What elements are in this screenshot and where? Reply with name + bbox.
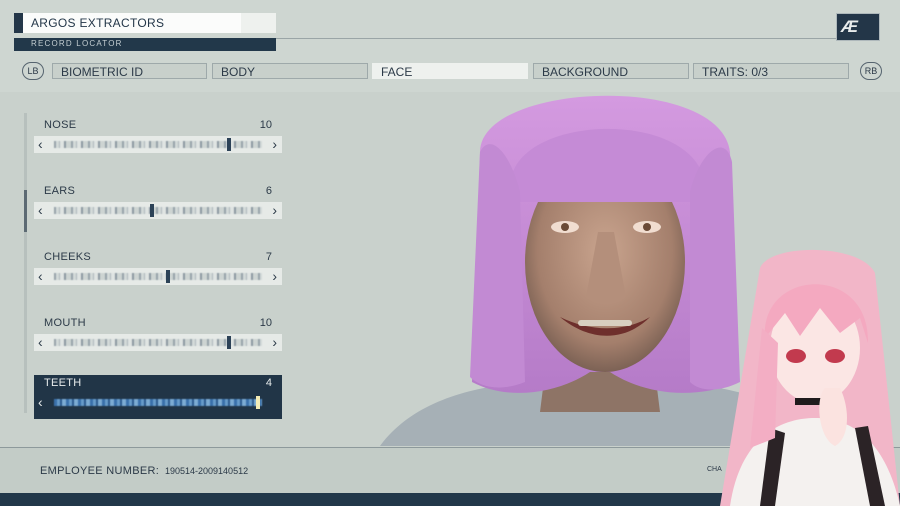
- character-right-iris: [643, 223, 651, 231]
- slider-value: 10: [259, 317, 272, 329]
- name-accent: [14, 13, 23, 33]
- chevron-left-icon[interactable]: ‹: [38, 268, 43, 285]
- slider-knob[interactable]: [227, 336, 232, 349]
- character-left-iris: [561, 223, 569, 231]
- slider-strip[interactable]: ‹ ›: [34, 136, 282, 153]
- slider-label: NOSE: [44, 119, 77, 131]
- slider-list-scroll-thumb[interactable]: [24, 190, 27, 232]
- slider-nose[interactable]: NOSE 10 ‹ ›: [34, 117, 282, 163]
- slider-label: TEETH: [44, 377, 82, 389]
- character-name-text: ARGOS EXTRACTORS: [31, 16, 165, 30]
- tab-biometric-id[interactable]: BIOMETRIC ID: [52, 63, 207, 79]
- record-locator-label: RECORD LOCATOR: [31, 39, 123, 48]
- slider-value: 10: [259, 119, 272, 131]
- record-locator-bar: RECORD LOCATOR: [14, 38, 276, 51]
- slider-knob[interactable]: [166, 270, 171, 283]
- character-name-field[interactable]: ARGOS EXTRACTORS: [14, 13, 276, 33]
- ae-logo-icon: Æ: [836, 13, 880, 41]
- slider-value: 7: [265, 251, 272, 263]
- slider-value: 6: [265, 185, 272, 197]
- ae-logo-text: Æ: [841, 17, 858, 36]
- slider-mouth[interactable]: MOUTH 10 ‹ ›: [34, 315, 282, 361]
- slider-track[interactable]: [54, 399, 262, 406]
- tab-traits[interactable]: TRAITS: 0/3: [693, 63, 849, 79]
- slider-ears[interactable]: EARS 6 ‹ ›: [34, 183, 282, 229]
- tab-body[interactable]: BODY: [212, 63, 368, 79]
- employee-number-label: EMPLOYEE NUMBER:: [40, 465, 160, 477]
- chevron-left-icon[interactable]: ‹: [38, 136, 43, 153]
- chevron-right-icon[interactable]: ›: [272, 334, 277, 351]
- chevron-left-icon[interactable]: ‹: [38, 334, 43, 351]
- chevron-left-icon[interactable]: ‹: [38, 394, 43, 411]
- chevron-right-icon[interactable]: ›: [272, 202, 277, 219]
- slider-label: CHEEKS: [44, 251, 92, 263]
- chevron-right-icon[interactable]: ›: [272, 268, 277, 285]
- lb-bumper-button[interactable]: LB: [22, 62, 44, 80]
- slider-knob[interactable]: [149, 204, 154, 217]
- slider-list-scrollbar[interactable]: [24, 113, 27, 413]
- character-teeth: [578, 320, 632, 326]
- rb-bumper-button[interactable]: RB: [860, 62, 882, 80]
- slider-cheeks[interactable]: CHEEKS 7 ‹ ›: [34, 249, 282, 295]
- slider-value: 4: [265, 377, 272, 389]
- slider-label: EARS: [44, 185, 76, 197]
- slider-strip[interactable]: ‹ ›: [34, 334, 282, 351]
- chevron-right-icon[interactable]: ›: [272, 136, 277, 153]
- slider-teeth[interactable]: TEETH 4 ‹: [34, 375, 282, 419]
- avatar-left-eye: [786, 349, 806, 363]
- slider-strip[interactable]: ‹ ›: [34, 268, 282, 285]
- tab-face[interactable]: FACE: [372, 63, 528, 79]
- slider-knob[interactable]: [255, 396, 260, 409]
- chevron-left-icon[interactable]: ‹: [38, 202, 43, 219]
- slider-track[interactable]: [54, 207, 262, 214]
- employee-number-value: 190514-2009140512: [165, 466, 249, 476]
- slider-track[interactable]: [54, 273, 262, 280]
- tab-background[interactable]: BACKGROUND: [533, 63, 689, 79]
- avatar-right-eye: [825, 349, 845, 363]
- streamer-avatar-overlay: [720, 249, 900, 506]
- slider-strip[interactable]: ‹ ›: [34, 202, 282, 219]
- slider-label: MOUTH: [44, 317, 86, 329]
- slider-knob[interactable]: [227, 138, 232, 151]
- slider-strip[interactable]: ‹: [34, 394, 282, 411]
